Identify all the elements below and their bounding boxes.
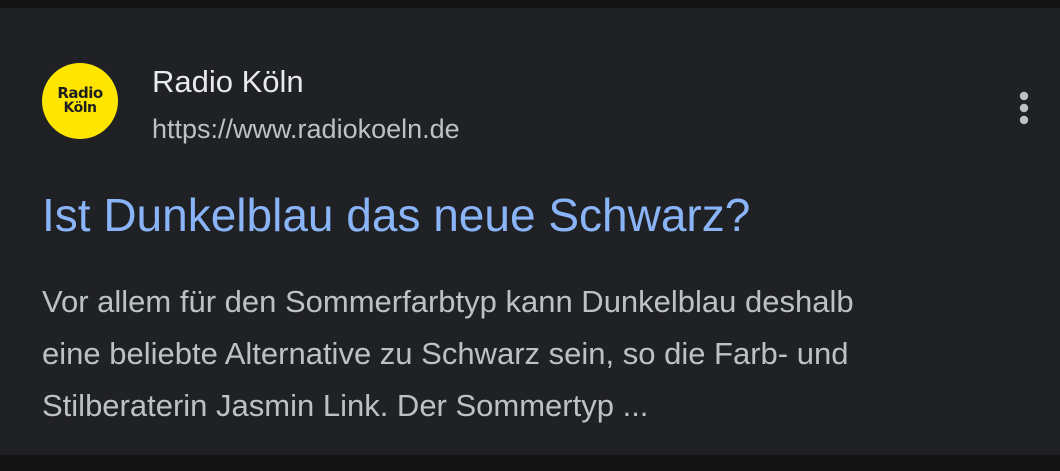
more-options-button[interactable]: [1006, 86, 1042, 130]
search-result-card: Radio Köln Radio Köln https://www.radiok…: [0, 8, 1060, 455]
snippet-line: eine beliebte Alternative zu Schwarz sei…: [42, 336, 849, 371]
site-logo[interactable]: Radio Köln: [42, 63, 118, 139]
snippet-line: Vor allem für den Sommerfarbtyp kann Dun…: [42, 284, 854, 319]
snippet-line: Stilberaterin Jasmin Link. Der Sommertyp…: [42, 388, 649, 423]
result-title-link[interactable]: Ist Dunkelblau das neue Schwarz?: [42, 188, 750, 242]
more-vert-icon: [1019, 91, 1029, 125]
result-snippet: Vor allem für den Sommerfarbtyp kann Dun…: [42, 276, 1032, 432]
site-name[interactable]: Radio Köln: [152, 64, 304, 100]
logo-text-line1: Radio: [57, 84, 103, 102]
logo-text-line2: Köln: [63, 100, 98, 116]
site-url[interactable]: https://www.radiokoeln.de: [152, 114, 460, 145]
